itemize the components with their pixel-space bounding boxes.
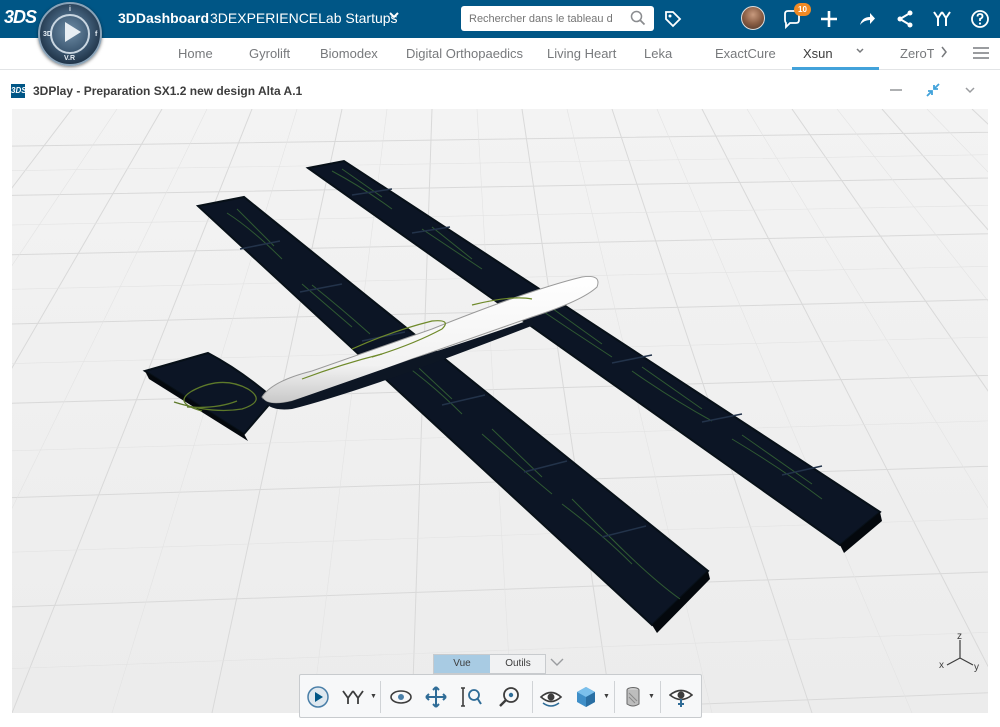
dashboard-tabs: Home Gyrolift Biomodex Digital Orthopaed… xyxy=(0,38,1000,70)
share-icon[interactable] xyxy=(893,7,917,31)
tab-list-icon[interactable] xyxy=(972,45,990,64)
3d-scene xyxy=(12,109,988,713)
tab-vue[interactable]: Vue xyxy=(434,655,490,673)
dropdown-arrow-icon[interactable]: ▼ xyxy=(370,693,377,700)
search-icon[interactable] xyxy=(630,10,646,31)
toolbar-separator xyxy=(380,681,381,713)
compass-label-left: 3D xyxy=(43,31,52,38)
notification-badge: 10 xyxy=(794,3,811,16)
tab-leka[interactable]: Leka xyxy=(644,46,672,61)
widget-title: 3DPlay - Preparation SX1.2 new design Al… xyxy=(33,84,303,98)
app-brand: 3DDashboard xyxy=(118,10,210,26)
viewer-mode-tabs: Vue Outils xyxy=(433,654,546,674)
visibility-icon[interactable] xyxy=(668,684,694,710)
compass-label-bottom: V.R xyxy=(64,55,76,62)
3dplay-app-icon: 3DS xyxy=(11,84,27,98)
tag-icon[interactable] xyxy=(661,7,685,31)
minimize-icon[interactable] xyxy=(886,80,906,100)
tab-zerot[interactable]: ZeroT xyxy=(900,46,934,61)
help-icon[interactable] xyxy=(968,7,992,31)
tab-exactcure[interactable]: ExactCure xyxy=(715,46,776,61)
toolbar-separator xyxy=(660,681,661,713)
zoom-icon[interactable] xyxy=(458,684,484,710)
tab-gyrolift[interactable]: Gyrolift xyxy=(249,46,290,61)
search-input[interactable] xyxy=(469,10,629,27)
chevron-down-icon[interactable] xyxy=(388,9,400,24)
view-icon[interactable] xyxy=(538,684,564,710)
orbit-icon[interactable] xyxy=(388,684,414,710)
3ds-logo: 3DS xyxy=(4,7,37,27)
zoom-area-icon[interactable] xyxy=(496,684,522,710)
axis-z-label: z xyxy=(957,631,962,642)
compass-button[interactable]: i 3D f V.R xyxy=(38,2,102,66)
pan-icon[interactable] xyxy=(423,684,449,710)
compass-apps-icon[interactable] xyxy=(930,7,954,31)
compass-label-top: i xyxy=(69,6,71,13)
play-icon xyxy=(65,22,81,42)
tail-stabilizer xyxy=(142,351,276,441)
platform-selector[interactable]: 3DEXPERIENCELab Startups xyxy=(210,10,398,26)
collapse-toolbar-icon[interactable] xyxy=(549,655,565,674)
compass-label-right: f xyxy=(95,31,98,38)
share-arrow-icon[interactable] xyxy=(855,7,879,31)
axis-y-label: y xyxy=(974,662,979,673)
tab-digital-orthopaedics[interactable]: Digital Orthopaedics xyxy=(406,46,523,61)
toolbar-separator xyxy=(614,681,615,713)
search-box[interactable] xyxy=(461,6,654,31)
add-icon[interactable] xyxy=(817,7,841,31)
chevron-down-icon[interactable] xyxy=(960,80,980,100)
tab-xsun[interactable]: Xsun xyxy=(803,46,833,61)
top-bar: 3DS 3DDashboard 3DEXPERIENCELab Startups… xyxy=(0,0,1000,38)
chevron-right-icon[interactable] xyxy=(939,45,949,62)
tab-biomodex[interactable]: Biomodex xyxy=(320,46,378,61)
widget-header: 3DS 3DPlay - Preparation SX1.2 new desig… xyxy=(0,70,1000,108)
tab-menu-chevron-icon[interactable] xyxy=(855,44,865,59)
viewer-toolbar: ▼ ▼ ▼ xyxy=(299,674,702,718)
dropdown-arrow-icon[interactable]: ▼ xyxy=(648,693,655,700)
axis-x-label: x xyxy=(939,660,944,671)
dropdown-arrow-icon[interactable]: ▼ xyxy=(603,693,610,700)
cube-view-icon[interactable] xyxy=(573,684,599,710)
collapse-icon[interactable] xyxy=(923,80,943,100)
play-icon[interactable] xyxy=(305,684,331,710)
compass-ar-icon[interactable] xyxy=(340,684,366,710)
toolbar-separator xyxy=(532,681,533,713)
3d-viewport[interactable] xyxy=(12,109,988,713)
section-icon[interactable] xyxy=(620,684,646,710)
axis-triad: z x y xyxy=(935,630,985,675)
tab-living-heart[interactable]: Living Heart xyxy=(547,46,616,61)
tab-home[interactable]: Home xyxy=(178,46,213,61)
user-avatar[interactable] xyxy=(741,6,765,30)
tab-outils[interactable]: Outils xyxy=(490,655,546,673)
